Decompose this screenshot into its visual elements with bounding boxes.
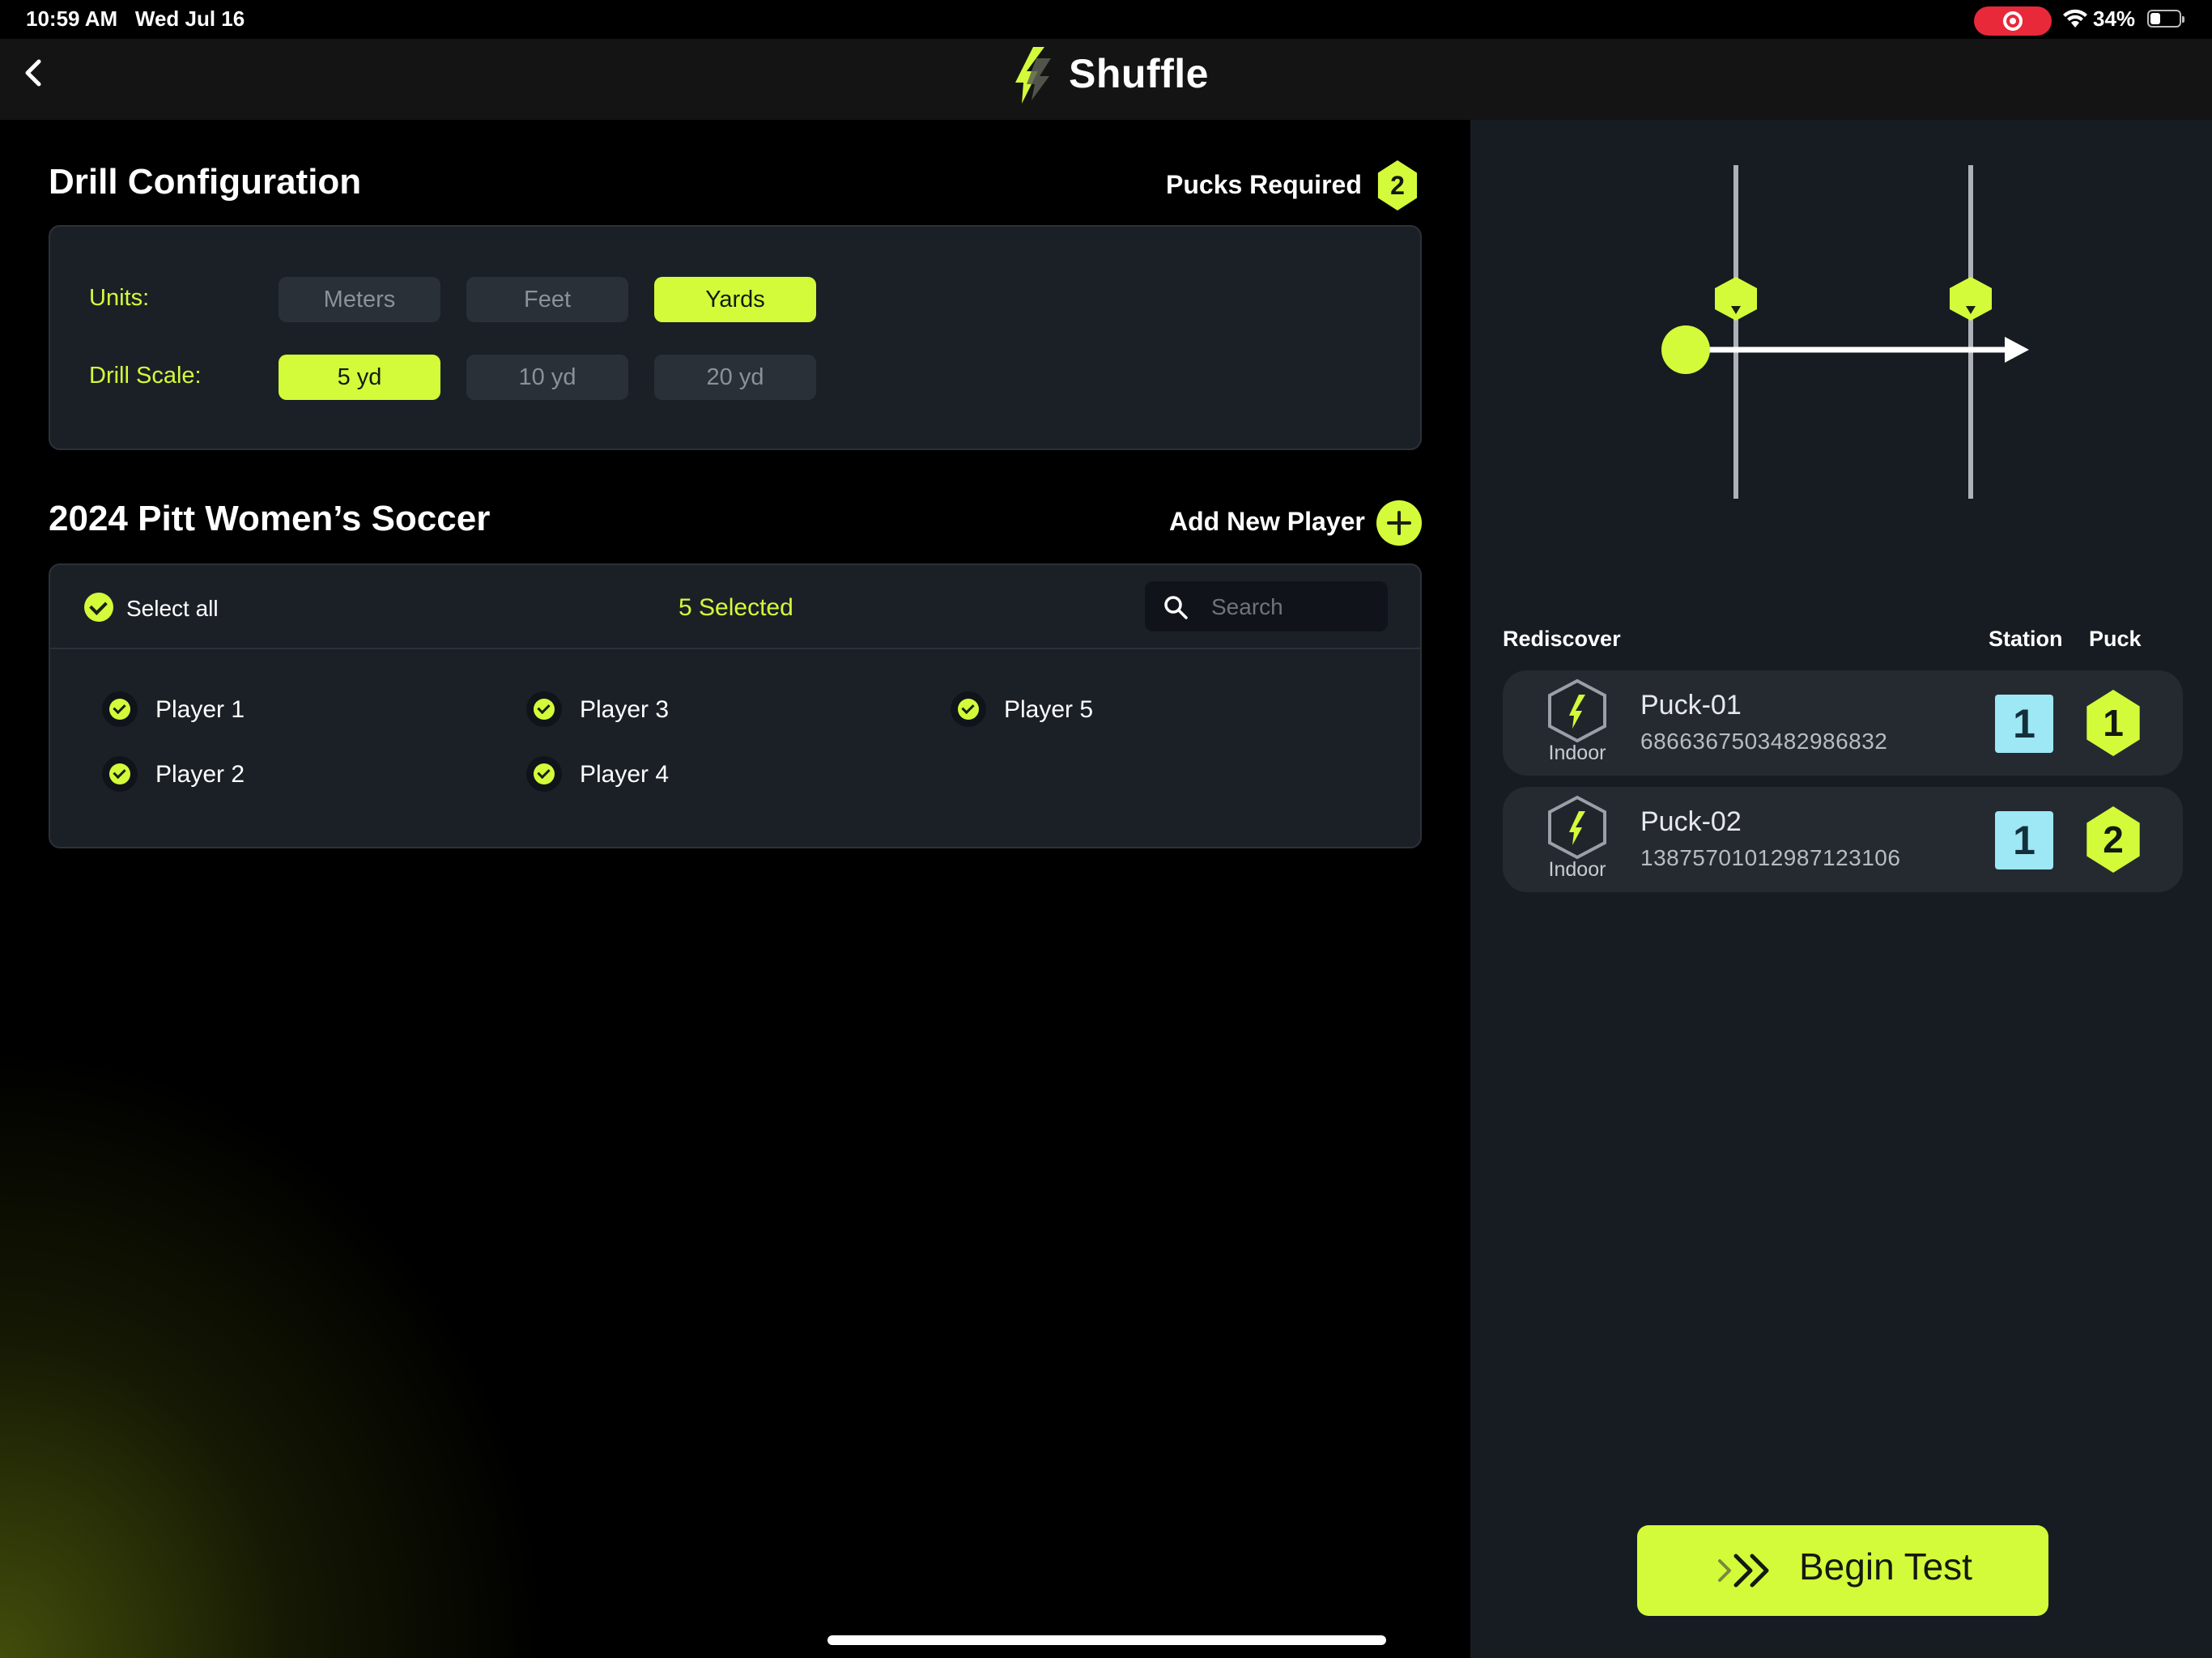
drill-config-panel: Units: Meters Feet Yards Drill Scale: 5 … xyxy=(49,225,1422,450)
search-input[interactable]: Search xyxy=(1211,594,1283,620)
units-label: Units: xyxy=(89,285,150,311)
select-all-label[interactable]: Select all xyxy=(126,596,219,622)
add-player-icon[interactable] xyxy=(1376,500,1422,546)
player-2-checkbox[interactable] xyxy=(102,756,138,792)
drill-scale-label: Drill Scale: xyxy=(89,363,202,389)
scale-5yd-button[interactable]: 5 yd xyxy=(279,355,440,400)
roster-title: 2024 Pitt Women’s Soccer xyxy=(49,499,491,538)
roster-divider xyxy=(50,648,1420,649)
player-5-checkbox[interactable] xyxy=(951,691,986,727)
puck-id: 6866367503482986832 xyxy=(1640,729,1888,754)
shuffle-logo-icon xyxy=(1015,47,1051,104)
puck-header: Puck xyxy=(2089,627,2142,651)
search-icon xyxy=(1164,596,1188,619)
puck-id: 13875701012987123106 xyxy=(1640,845,1901,870)
units-feet-button[interactable]: Feet xyxy=(466,277,628,322)
add-new-player-button[interactable]: Add New Player xyxy=(1169,507,1365,537)
puck-row-2[interactable]: Indoor Puck-02 13875701012987123106 1 2 xyxy=(1503,787,2183,892)
arrowhead-icon xyxy=(2005,337,2029,363)
puck-environment: Indoor xyxy=(1548,858,1606,881)
puck-name: Puck-02 xyxy=(1640,806,1742,837)
status-bar: 10:59 AM Wed Jul 16 34% xyxy=(0,0,2212,39)
player-5-name[interactable]: Player 5 xyxy=(1004,696,1093,724)
scale-20yd-button[interactable]: 20 yd xyxy=(654,355,816,400)
units-meters-button[interactable]: Meters xyxy=(279,277,440,322)
units-yards-button[interactable]: Yards xyxy=(654,277,816,322)
start-point xyxy=(1661,325,1710,374)
station-header: Station xyxy=(1989,627,2063,651)
select-all-checkbox[interactable] xyxy=(84,593,113,622)
screen-recording-icon[interactable] xyxy=(1974,6,2052,36)
back-button[interactable] xyxy=(15,49,53,97)
begin-test-label: Begin Test xyxy=(1799,1545,1972,1588)
search-field[interactable]: Search xyxy=(1145,581,1388,631)
rediscover-button[interactable]: Rediscover xyxy=(1503,627,1621,652)
player-2-name[interactable]: Player 2 xyxy=(155,761,245,789)
double-chevron-right-icon xyxy=(1718,1554,1769,1588)
begin-test-button[interactable]: Begin Test xyxy=(1637,1525,2048,1616)
roster-panel: Select all 5 Selected Search Player 1 Pl… xyxy=(49,563,1422,848)
puck-name: Puck-01 xyxy=(1640,690,1742,721)
drill-diagram xyxy=(1661,165,2029,499)
puck-device-icon xyxy=(1548,795,1606,860)
player-3-checkbox[interactable] xyxy=(526,691,562,727)
battery-icon xyxy=(2147,10,2184,28)
drill-config-title: Drill Configuration xyxy=(49,162,362,202)
battery-percent: 34% xyxy=(2093,6,2136,31)
player-3-name[interactable]: Player 3 xyxy=(580,696,669,724)
puck-number-badge: 2 xyxy=(2087,806,2140,873)
puck-environment: Indoor xyxy=(1548,742,1606,764)
selected-count: 5 Selected xyxy=(678,594,793,621)
player-1-checkbox[interactable] xyxy=(102,691,138,727)
app-title: Shuffle xyxy=(1069,51,1209,96)
player-4-name[interactable]: Player 4 xyxy=(580,761,669,789)
station-number[interactable]: 1 xyxy=(1995,811,2053,869)
status-time: 10:59 AM Wed Jul 16 xyxy=(26,6,245,31)
station-number[interactable]: 1 xyxy=(1995,695,2053,753)
puck-row-1[interactable]: Indoor Puck-01 6866367503482986832 1 1 xyxy=(1503,670,2183,776)
puck-number-badge: 1 xyxy=(2087,690,2140,756)
chevron-left-icon xyxy=(25,59,41,87)
player-4-checkbox[interactable] xyxy=(526,756,562,792)
home-indicator[interactable] xyxy=(827,1635,1386,1645)
scale-10yd-button[interactable]: 10 yd xyxy=(466,355,628,400)
player-1-name[interactable]: Player 1 xyxy=(155,696,245,724)
wifi-icon xyxy=(2063,9,2087,28)
puck-device-icon xyxy=(1548,678,1606,743)
pucks-required-label: Pucks Required xyxy=(1166,170,1362,199)
